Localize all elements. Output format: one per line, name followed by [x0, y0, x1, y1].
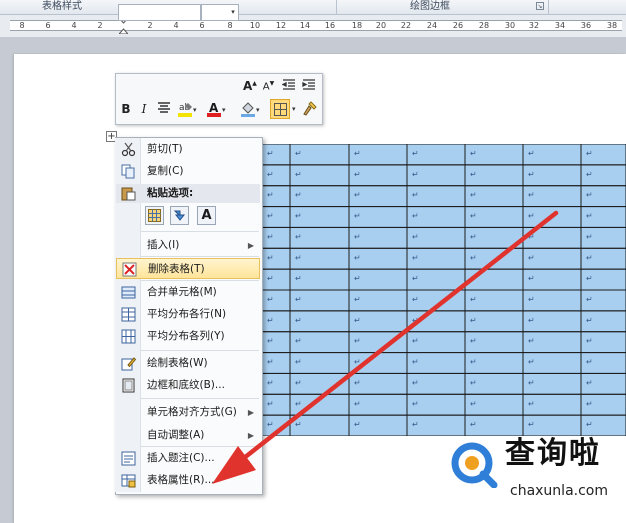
watermark-url: chaxunla.com [510, 483, 608, 499]
watermark-brand: 查询啦 [505, 436, 601, 471]
watermark-logo-icon [451, 442, 498, 488]
annotation-arrow-shaft [241, 210, 559, 461]
